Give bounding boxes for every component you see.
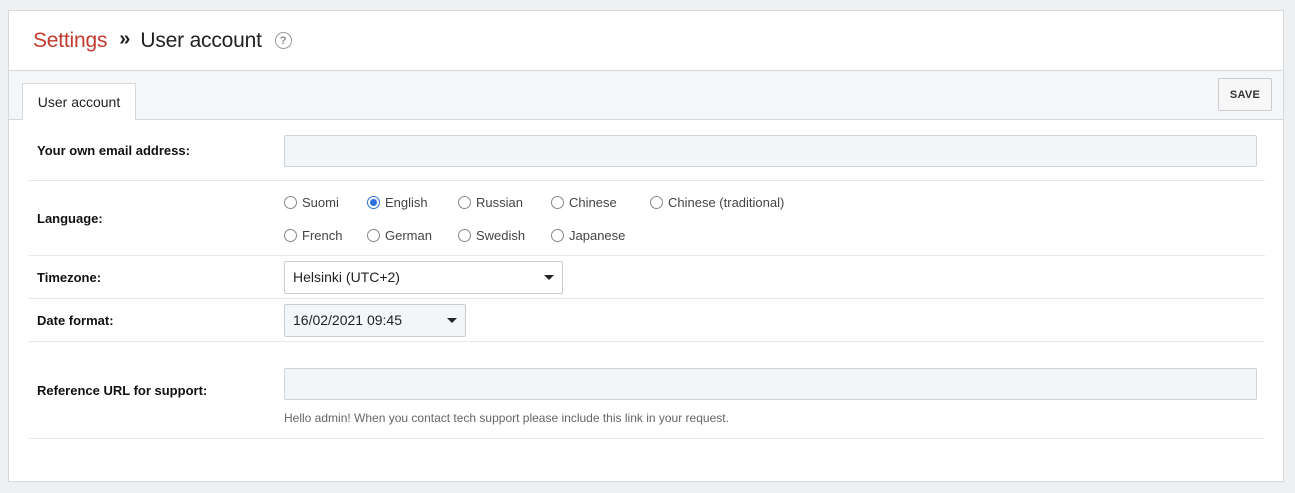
user-account-form: Your own email address: Language: Suomi E…: [29, 121, 1265, 439]
language-option-chinese-traditional[interactable]: Chinese (traditional): [650, 195, 790, 210]
reference-url-field[interactable]: [284, 367, 1257, 400]
email-field[interactable]: [284, 134, 1257, 167]
timezone-select[interactable]: Helsinki (UTC+2): [284, 260, 563, 294]
language-option-suomi[interactable]: Suomi: [284, 195, 367, 210]
page-title: User account: [140, 28, 262, 52]
radio-button[interactable]: [458, 195, 471, 209]
reference-url-row: Reference URL for support: Hello admin! …: [29, 342, 1265, 439]
page-header: Settings » User account ?: [9, 11, 1283, 71]
timezone-value: Helsinki (UTC+2): [293, 269, 400, 285]
language-option-label: German: [385, 227, 432, 243]
radio-button[interactable]: [551, 195, 564, 209]
radio-button[interactable]: [458, 228, 471, 242]
tab-user-account[interactable]: User account: [22, 83, 136, 121]
language-label: Language:: [37, 210, 103, 226]
radio-button[interactable]: [367, 195, 380, 209]
language-option-label: Suomi: [302, 194, 339, 210]
timezone-label: Timezone:: [37, 269, 102, 285]
radio-button[interactable]: [650, 195, 663, 209]
settings-panel: Settings » User account ? User account S…: [8, 10, 1284, 482]
language-option-label: French: [302, 227, 343, 243]
help-icon[interactable]: ?: [274, 32, 292, 49]
language-option-label: Japanese: [569, 227, 626, 243]
language-option-label: Swedish: [476, 227, 526, 243]
language-row: Language: Suomi English Russian Chinese Chin…: [29, 181, 1265, 256]
timezone-row: Timezone: Helsinki (UTC+2): [29, 256, 1265, 299]
language-option-japanese[interactable]: Japanese: [551, 228, 650, 243]
date-format-select[interactable]: 16/02/2021 09:45: [284, 303, 466, 337]
reference-url-label: Reference URL for support:: [37, 382, 208, 398]
breadcrumb-settings-link[interactable]: Settings: [33, 29, 107, 53]
language-option-swedish[interactable]: Swedish: [458, 228, 551, 243]
radio-button[interactable]: [284, 228, 297, 242]
email-label: Your own email address:: [37, 143, 190, 158]
radio-button[interactable]: [367, 228, 380, 242]
date-format-label: Date format:: [37, 312, 114, 328]
date-format-row: Date format: 16/02/2021 09:45: [29, 299, 1265, 342]
chevron-down-icon: [544, 274, 554, 280]
tab-bar: User account SAVE: [9, 71, 1283, 121]
radio-button[interactable]: [551, 228, 564, 242]
language-option-french[interactable]: French: [284, 228, 367, 243]
language-option-label: Chinese: [569, 194, 617, 210]
chevron-down-icon: [447, 317, 457, 323]
language-option-chinese[interactable]: Chinese: [551, 195, 650, 210]
radio-button[interactable]: [284, 195, 297, 209]
language-option-label: Russian: [476, 194, 523, 210]
language-option-label: English: [385, 194, 428, 210]
email-row: Your own email address:: [29, 121, 1265, 181]
language-option-english[interactable]: English: [367, 195, 458, 210]
save-button[interactable]: SAVE: [1218, 78, 1272, 111]
breadcrumb-separator: »: [119, 28, 131, 50]
date-format-value: 16/02/2021 09:45: [293, 312, 402, 328]
language-option-russian[interactable]: Russian: [458, 195, 551, 210]
reference-url-hint: Hello admin! When you contact tech suppo…: [284, 410, 729, 425]
language-option-german[interactable]: German: [367, 228, 458, 243]
language-option-label: Chinese (traditional): [668, 194, 785, 210]
